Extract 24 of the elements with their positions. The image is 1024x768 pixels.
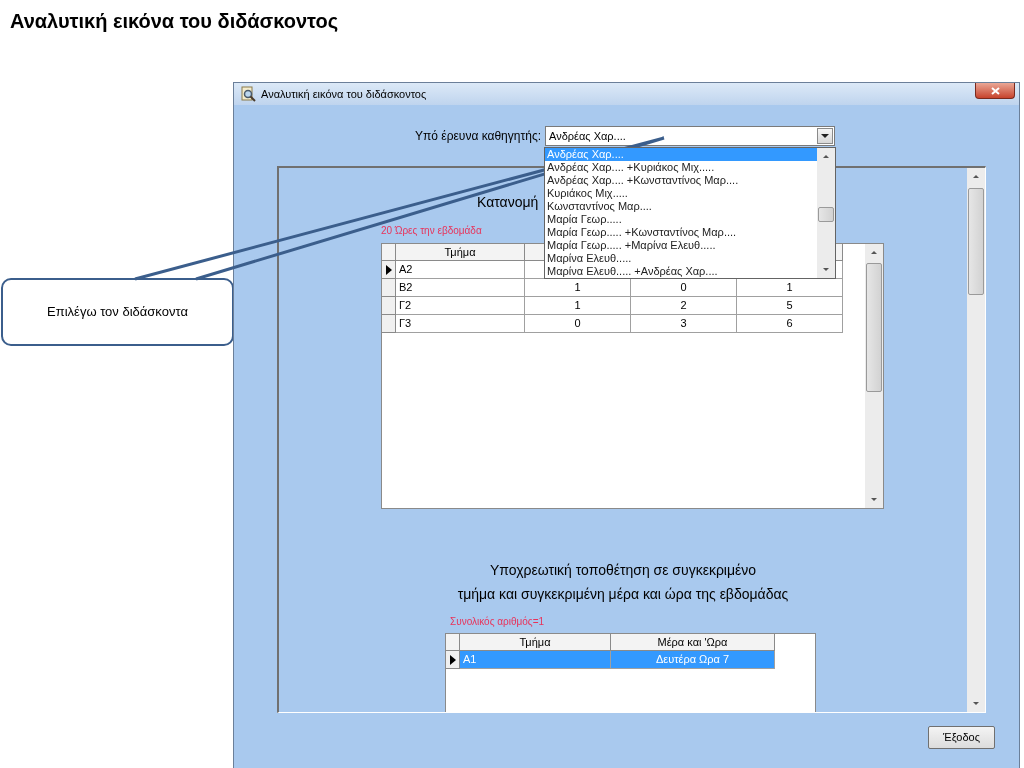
table-cell: 2	[631, 297, 737, 315]
table-cell: Α2	[396, 261, 525, 279]
table-cell: Γ3	[396, 315, 525, 333]
section-heading: Υποχρεωτική τοποθέτηση σε συγκεκριμένο	[488, 561, 758, 580]
table-cell: 6	[737, 315, 843, 333]
total-note: Συνολικός αριθμός=1	[450, 615, 545, 629]
table-cell: 1	[525, 297, 631, 315]
slide-title: Αναλυτική εικόνα του διδάσκοντος	[10, 9, 339, 34]
callout: Επιλέγω τον διδάσκοντα	[1, 278, 234, 346]
table-cell: 1	[737, 279, 843, 297]
section-heading: Κατανομή	[477, 193, 539, 211]
table-cell: 0	[631, 279, 737, 297]
table-cell: 3	[631, 315, 737, 333]
field-label: Υπό έρευνα καθηγητής:	[414, 128, 541, 145]
section-heading: τμήμα και συγκεκριμένη μέρα και ώρα της εβδομάδας	[456, 585, 790, 604]
hours-note: 20 Ώρες την εβδομάδα	[381, 224, 482, 238]
table-cell: Δευτέρα Ωρα 7	[611, 651, 775, 669]
table-cell: Α1	[460, 651, 611, 669]
table-cell: Γ2	[396, 297, 525, 315]
table-cell: 5	[737, 297, 843, 315]
table-cell: 1	[525, 279, 631, 297]
table-cell: 0	[525, 315, 631, 333]
window-title: Αναλυτική εικόνα του διδάσκοντος	[261, 86, 427, 102]
table-cell: Β2	[396, 279, 525, 297]
